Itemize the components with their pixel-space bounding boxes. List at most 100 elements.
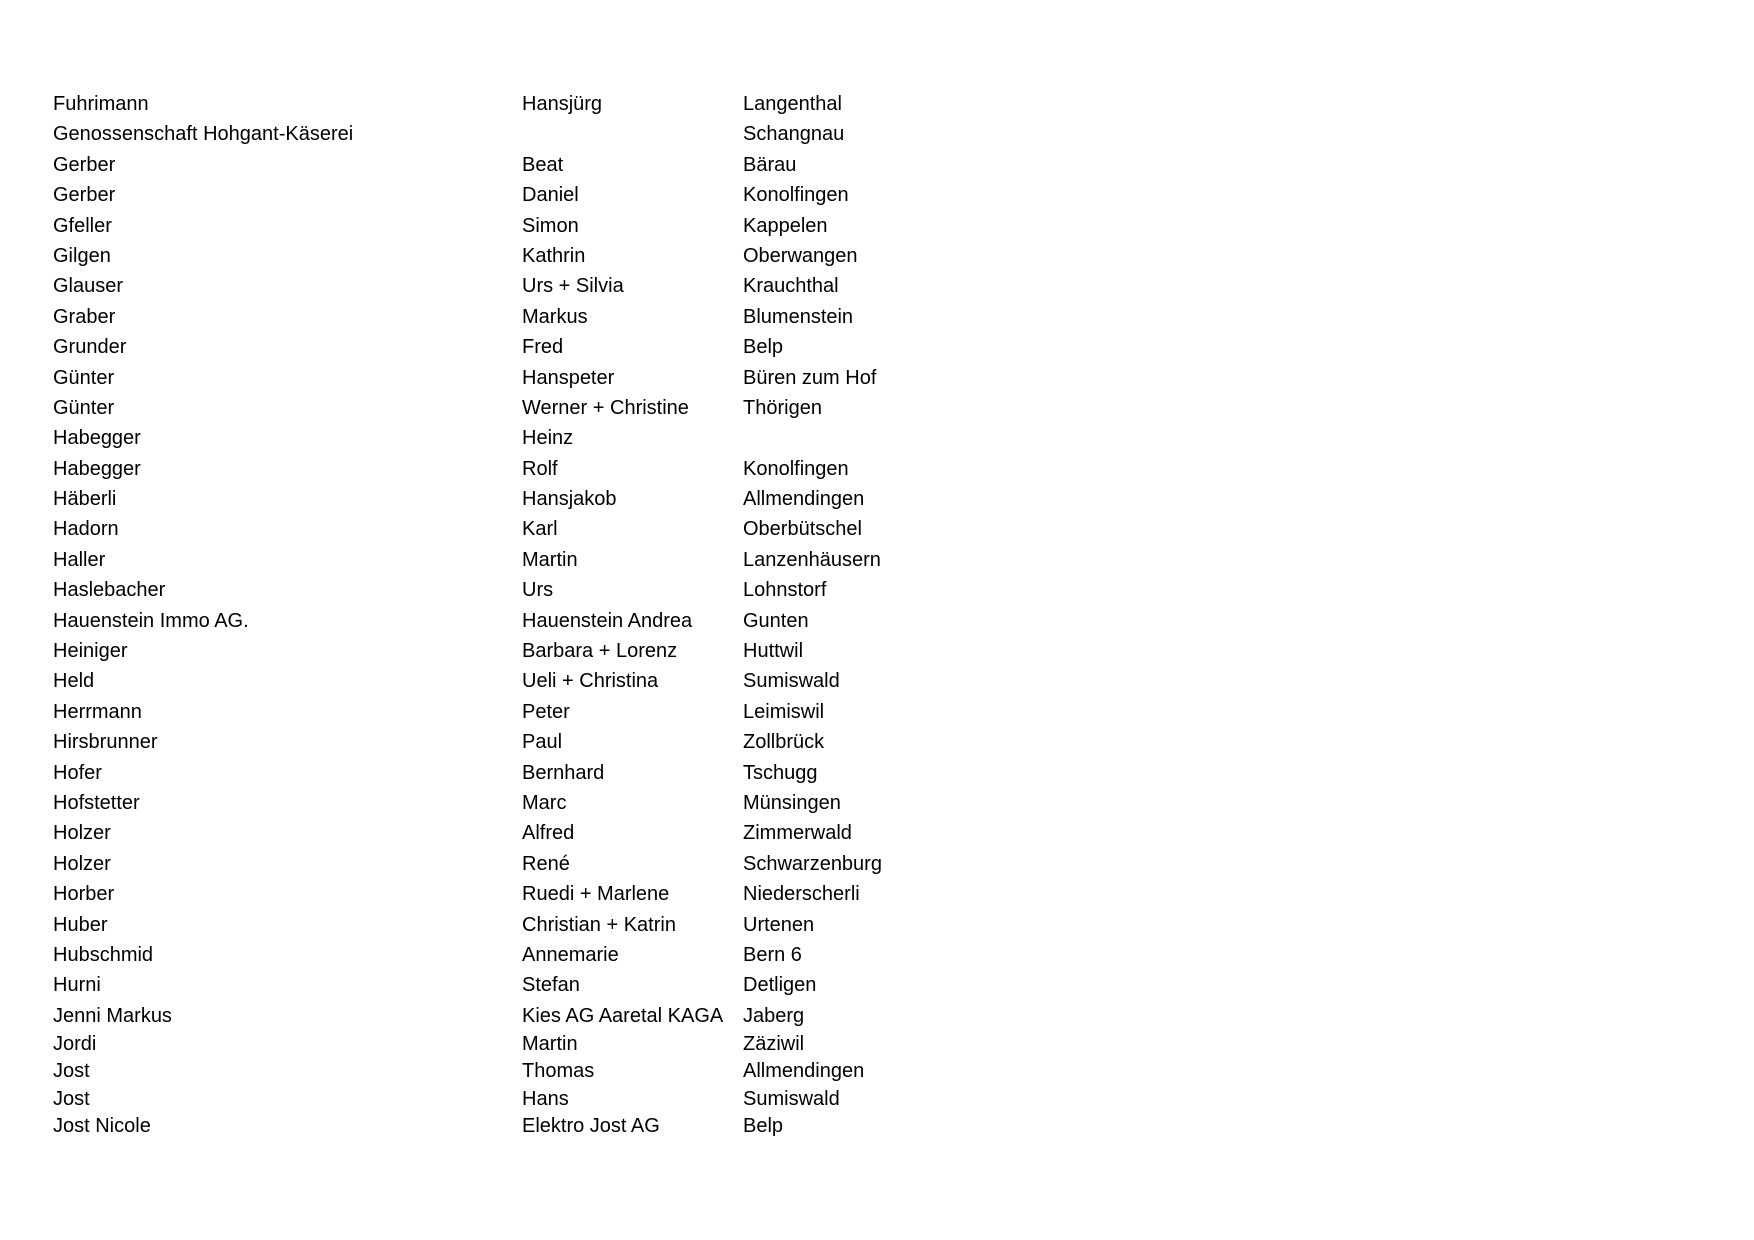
city-cell: Jaberg (743, 1004, 805, 1027)
city-cell: Huttwil (743, 640, 804, 663)
city-cell: Schwarzenburg (743, 852, 882, 875)
last-name-cell: Fuhrimann (53, 93, 149, 115)
city-cell: Lohnstorf (743, 579, 827, 602)
first-name-cell: Peter (522, 700, 570, 723)
first-name-cell: Annemarie (522, 943, 619, 966)
list-row: Gfeller Simon Kappelen (0, 211, 1754, 241)
city-cell: Tschugg (743, 761, 818, 784)
first-name-cell: Martin (522, 1033, 578, 1056)
first-name-cell: Paul (522, 731, 563, 754)
last-name-cell: Jost Nicole (53, 1115, 151, 1137)
list-row: Glauser Urs + Silvia Krauchthal (0, 271, 1754, 301)
last-name-cell: Gerber (53, 153, 116, 176)
list-row: Hurni Stefan Detligen (0, 970, 1754, 1000)
last-name-cell: Grunder (53, 336, 127, 359)
last-name-cell: Hofer (53, 761, 102, 784)
first-name-cell: Christian + Katrin (522, 913, 676, 936)
city-cell: Bärau (743, 153, 797, 176)
city-cell: Zollbrück (743, 731, 825, 754)
city-cell: Allmendingen (743, 1060, 865, 1083)
last-name-cell: Horber (53, 883, 115, 906)
city-cell: Allmendingen (743, 488, 865, 511)
list-row: Jost Thomas Allmendingen (0, 1058, 1754, 1085)
first-name-cell: Hanspeter (522, 366, 615, 389)
city-cell: Bern 6 (743, 943, 802, 966)
first-name-cell: Urs + Silvia (522, 275, 624, 298)
list-row: Haslebacher Urs Lohnstorf (0, 575, 1754, 605)
list-row: Gerber Daniel Konolfingen (0, 180, 1754, 210)
list-row: Held Ueli + Christina Sumiswald (0, 666, 1754, 696)
list-row: Jenni Markus Kies AG Aaretal KAGA Jaberg (0, 1001, 1754, 1031)
first-name-cell: Marc (522, 791, 567, 814)
first-name-cell: Urs (522, 579, 554, 602)
last-name-cell: Held (53, 670, 95, 693)
last-name-cell: Häberli (53, 488, 117, 511)
list-row: Holzer René Schwarzenburg (0, 849, 1754, 879)
city-cell: Detligen (743, 974, 817, 997)
first-name-cell: Beat (522, 153, 564, 176)
first-name-cell: Ueli + Christina (522, 670, 659, 693)
last-name-cell: Jenni Markus (53, 1004, 172, 1027)
last-name-cell: Genossenschaft Hohgant-Käserei (53, 123, 354, 146)
last-name-cell: Hauenstein Immo AG. (53, 609, 249, 632)
last-name-cell: Heiniger (53, 640, 128, 663)
first-name-cell: Ruedi + Marlene (522, 883, 670, 906)
city-cell: Zimmerwald (743, 822, 852, 845)
first-name-cell: Daniel (522, 184, 579, 207)
first-name-cell: Kies AG Aaretal KAGA (522, 1004, 724, 1027)
city-cell: Thörigen (743, 396, 822, 419)
first-name-cell: Elektro Jost AG (522, 1115, 660, 1137)
list-row: Hofstetter Marc Münsingen (0, 788, 1754, 818)
city-cell: Urtenen (743, 913, 815, 936)
last-name-cell: Hubschmid (53, 943, 154, 966)
list-row: Hadorn Karl Oberbütschel (0, 514, 1754, 544)
list-row: Jordi Martin Zäziwil (0, 1031, 1754, 1058)
last-name-cell: Habegger (53, 457, 141, 480)
list-row: Genossenschaft Hohgant-Käserei Schangnau (0, 119, 1754, 149)
first-name-cell: Bernhard (522, 761, 605, 784)
city-cell: Zäziwil (743, 1033, 805, 1056)
city-cell: Blumenstein (743, 305, 854, 328)
first-name-cell: Werner + Christine (522, 396, 689, 419)
first-name-cell: Martin (522, 548, 578, 571)
last-name-cell: Herrmann (53, 700, 142, 723)
last-name-cell: Holzer (53, 852, 111, 875)
city-cell: Leimiswil (743, 700, 825, 723)
last-name-cell: Gfeller (53, 214, 112, 237)
first-name-cell: Markus (522, 305, 588, 328)
last-name-cell: Gilgen (53, 244, 111, 267)
list-row: Jost Hans Sumiswald (0, 1086, 1754, 1113)
city-cell: Krauchthal (743, 275, 839, 298)
list-row: Fuhrimann Hansjürg Langenthal (0, 89, 1754, 119)
last-name-cell: Habegger (53, 427, 141, 450)
list-row: Jost Nicole Elektro Jost AG Belp (0, 1113, 1754, 1140)
last-name-cell: Hurni (53, 974, 101, 997)
list-row: Hauenstein Immo AG. Hauenstein Andrea Gunt… (0, 606, 1754, 636)
last-name-cell: Glauser (53, 275, 124, 298)
list-row: Graber Markus Blumenstein (0, 302, 1754, 332)
city-cell: Oberbütschel (743, 518, 862, 541)
list-row: Habegger Rolf Konolfingen (0, 454, 1754, 484)
list-row: Herrmann Peter Leimiswil (0, 697, 1754, 727)
first-name-cell: Stefan (522, 974, 580, 997)
last-name-cell: Holzer (53, 822, 111, 845)
last-name-cell: Jordi (53, 1033, 97, 1056)
city-cell: Niederscherli (743, 883, 860, 906)
list-row: Huber Christian + Katrin Urtenen (0, 910, 1754, 940)
last-name-cell: Haslebacher (53, 579, 166, 602)
list-row: Hubschmid Annemarie Bern 6 (0, 940, 1754, 970)
first-name-cell: Hansjürg (522, 93, 603, 115)
first-name-cell: René (522, 852, 570, 875)
first-name-cell: Thomas (522, 1060, 595, 1083)
list-row: Heiniger Barbara + Lorenz Huttwil (0, 636, 1754, 666)
last-name-cell: Graber (53, 305, 116, 328)
city-cell: Sumiswald (743, 670, 840, 693)
first-name-cell: Barbara + Lorenz (522, 640, 678, 663)
first-name-cell: Kathrin (522, 244, 586, 267)
last-name-cell: Haller (53, 548, 106, 571)
city-cell: Belp (743, 336, 784, 359)
city-cell: Münsingen (743, 791, 841, 814)
first-name-cell: Hauenstein Andrea (522, 609, 693, 632)
city-cell: Sumiswald (743, 1087, 840, 1110)
first-name-cell: Fred (522, 336, 564, 359)
